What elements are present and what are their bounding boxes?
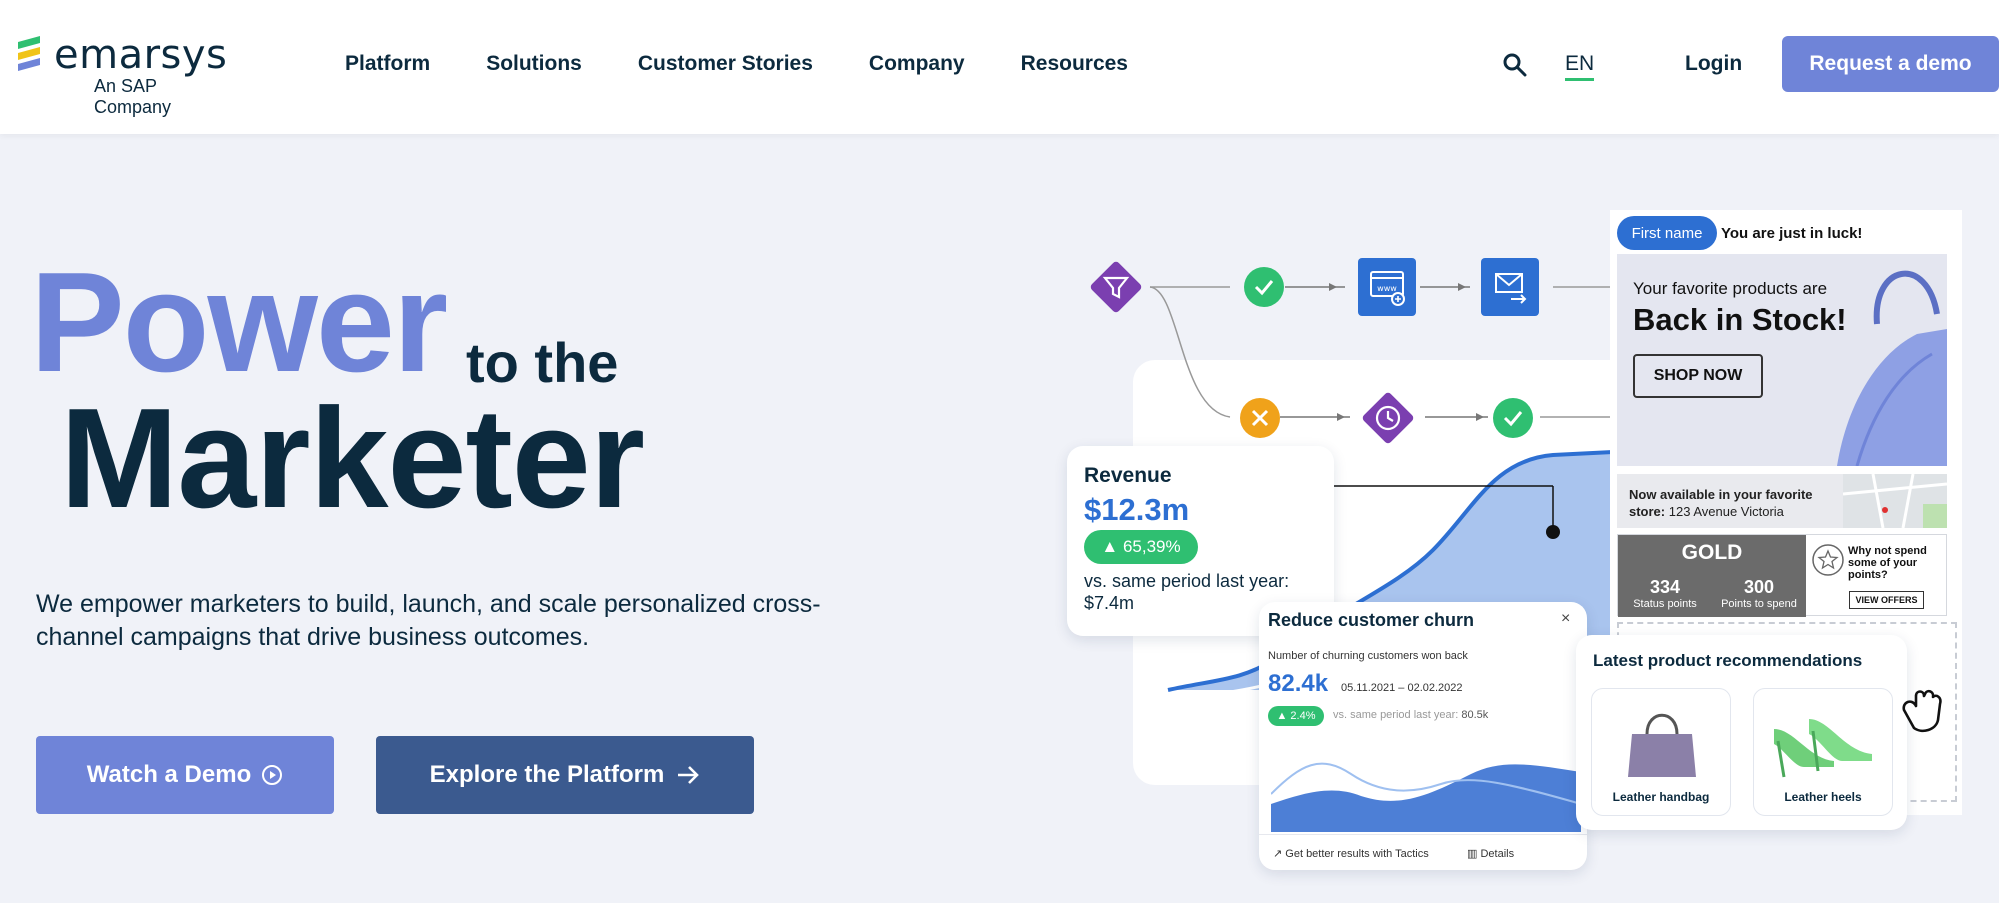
churn-metric-value: 82.4k: [1268, 670, 1329, 697]
churn-title: Reduce customer churn: [1268, 610, 1475, 630]
store-map-image: [1843, 474, 1947, 528]
churn-area-chart: [1271, 762, 1581, 832]
back-in-stock-line1: Your favorite products are: [1633, 279, 1828, 298]
shop-now-button[interactable]: SHOP NOW: [1633, 354, 1763, 398]
cancel-icon: [1240, 398, 1280, 438]
clock-delay-icon: [1362, 392, 1414, 444]
request-demo-button[interactable]: Request a demo: [1782, 36, 1999, 92]
store-availability: Now available in your favorite store: 12…: [1617, 474, 1947, 528]
svg-text:www: www: [1377, 284, 1397, 293]
churn-comparison-prefix: vs. same period last year:: [1333, 709, 1462, 721]
points-to-spend: 300 Points to spend: [1712, 577, 1806, 610]
details-link-label: Details: [1480, 848, 1515, 860]
product-recommendations-card: Latest product recommendations Leather h…: [1576, 635, 1907, 830]
star-badge-icon: [1812, 544, 1844, 576]
hero-title-power: Power: [30, 243, 448, 402]
churn-comparison: vs. same period last year: 80.5k: [1333, 709, 1488, 721]
explore-platform-label: Explore the Platform: [429, 761, 665, 788]
churn-comparison-value: 80.5k: [1461, 709, 1489, 721]
close-icon[interactable]: ×: [1561, 610, 1570, 628]
revenue-value: $12.3m: [1084, 492, 1190, 527]
points-to-spend-label: Points to spend: [1721, 598, 1797, 610]
churn-growth-badge: ▲ 2.4%: [1268, 706, 1324, 726]
filter-icon: [1090, 261, 1142, 313]
product-label-handbag: Leather handbag: [1612, 790, 1710, 804]
heels-product-image: [1774, 719, 1872, 778]
offers-prompt: Why not spend some of your points?: [1848, 545, 1927, 581]
emarsys-logo[interactable]: emarsys An SAP Company: [14, 32, 234, 117]
view-offers-button[interactable]: VIEW OFFERS: [1849, 591, 1924, 609]
revenue-growth-badge: ▲ 65,39%: [1084, 530, 1198, 564]
churn-metric-label: Number of churning customers won back: [1268, 650, 1468, 662]
product-label-heels: Leather heels: [1784, 790, 1862, 804]
loyalty-status: GOLD 334 Status points 300 Points to spe…: [1617, 534, 1947, 617]
arrow-right-icon: [678, 766, 700, 784]
handbag-image: [1837, 270, 1947, 466]
first-name-chip: First name: [1617, 216, 1717, 250]
back-in-stock-line2: Back in Stock!: [1633, 302, 1847, 337]
points-to-spend-value: 300: [1743, 577, 1775, 597]
check-icon: [1493, 398, 1533, 438]
gold-tier-label: GOLD: [1681, 541, 1743, 564]
churn-date-range: 05.11.2021 – 02.02.2022: [1341, 682, 1463, 694]
watch-demo-button[interactable]: Watch a Demo: [36, 736, 334, 814]
explore-platform-button[interactable]: Explore the Platform: [376, 736, 754, 814]
nav-resources[interactable]: Resources: [1021, 52, 1128, 76]
customer-churn-card: Reduce customer churn × Number of churni…: [1259, 602, 1587, 870]
nav-company[interactable]: Company: [869, 52, 965, 76]
watch-demo-label: Watch a Demo: [86, 761, 252, 788]
play-circle-icon: [262, 765, 283, 785]
status-points: 334 Status points: [1618, 577, 1712, 610]
search-icon[interactable]: [1502, 52, 1528, 78]
hero-title-marketer: Marketer: [60, 379, 645, 538]
back-in-stock-banner: Your favorite products are Back in Stock…: [1617, 254, 1947, 466]
product-card-handbag[interactable]: Leather handbag: [1591, 688, 1731, 816]
nav-solutions[interactable]: Solutions: [486, 52, 582, 76]
login-link[interactable]: Login: [1685, 52, 1742, 76]
status-points-value: 334: [1649, 577, 1681, 597]
hero-subtitle: We empower marketers to build, launch, a…: [36, 590, 821, 651]
language-selector[interactable]: EN: [1565, 52, 1595, 81]
hand-cursor-icon: [1902, 689, 1942, 733]
nav-customer-stories[interactable]: Customer Stories: [638, 52, 813, 76]
nav-platform[interactable]: Platform: [345, 52, 430, 76]
site-header: emarsys An SAP Company Platform Solution…: [0, 0, 1999, 134]
logo-subtitle: An SAP Company: [94, 76, 172, 117]
web-channel-icon: www: [1358, 258, 1416, 316]
main-nav: Platform Solutions Customer Stories Comp…: [345, 52, 1128, 76]
product-card-heels[interactable]: Leather heels: [1753, 688, 1893, 816]
revenue-title: Revenue: [1084, 464, 1172, 487]
email-send-icon: [1481, 258, 1539, 316]
details-link[interactable]: ▥ Details: [1467, 847, 1514, 860]
churn-card-footer: ↗ Get better results with Tactics ▥ Deta…: [1259, 834, 1587, 870]
handbag-product-image: [1628, 713, 1696, 777]
recommendations-title: Latest product recommendations: [1593, 651, 1863, 670]
tactics-link-label: Get better results with Tactics: [1285, 848, 1429, 860]
logo-mark-icon: [18, 36, 40, 71]
store-text: Now available in your favorite store: 12…: [1629, 486, 1839, 520]
gold-tier-box: GOLD 334 Status points 300 Points to spe…: [1618, 535, 1806, 617]
store-address: 123 Avenue Victoria: [1665, 504, 1784, 519]
tactics-link[interactable]: ↗ Get better results with Tactics: [1273, 847, 1429, 860]
status-points-label: Status points: [1633, 598, 1697, 610]
logo-wordmark: emarsys: [54, 32, 228, 78]
check-icon: [1244, 267, 1284, 307]
email-greeting: You are just in luck!: [1721, 225, 1863, 242]
